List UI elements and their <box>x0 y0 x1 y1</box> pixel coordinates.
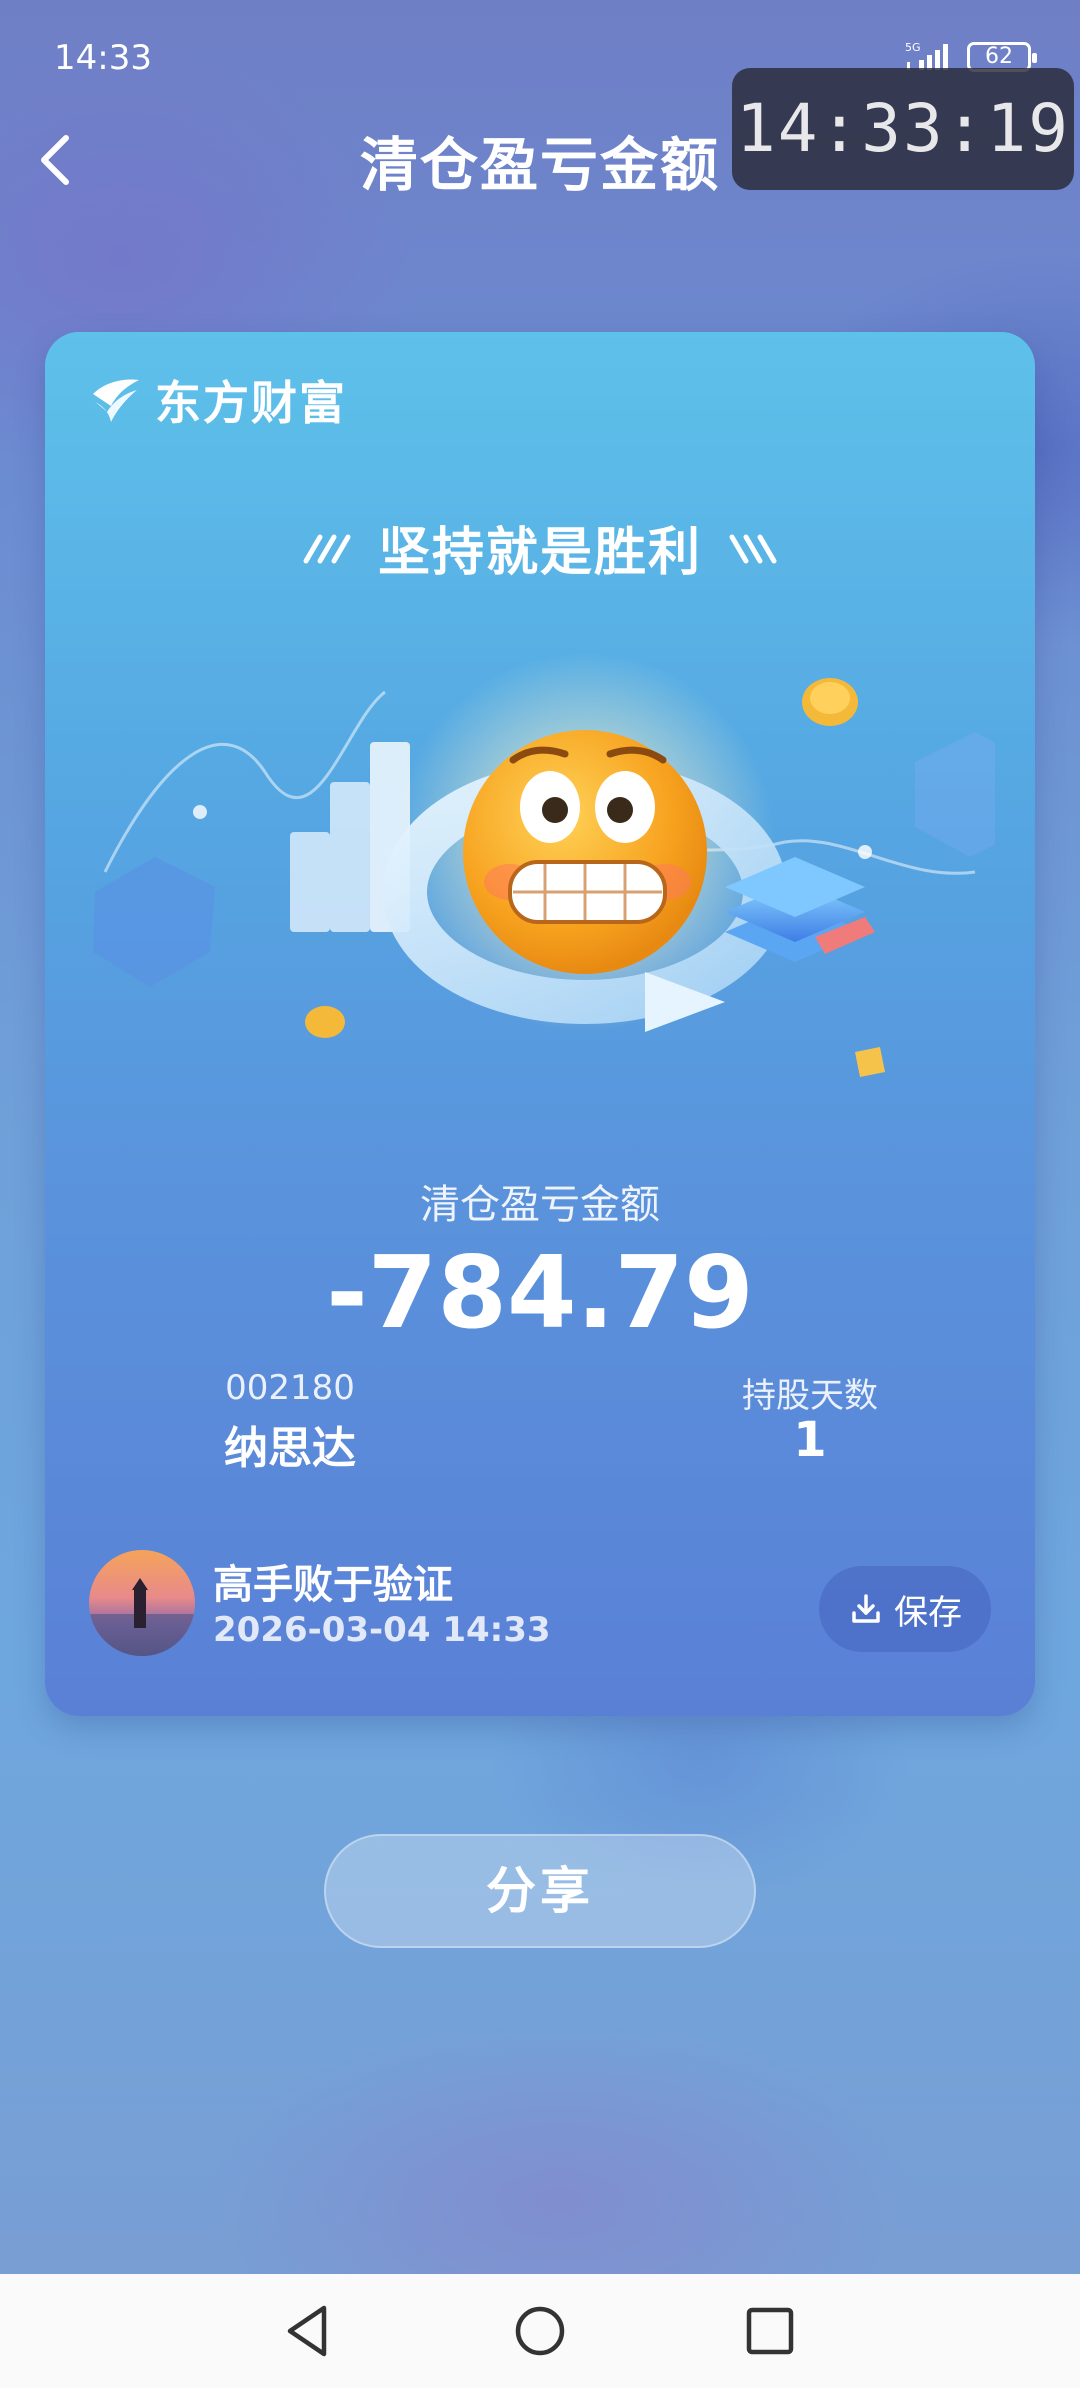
brand-name: 东方财富 <box>155 376 347 430</box>
avatar-sunset-image <box>89 1550 195 1656</box>
stock-name: 纳思达 <box>224 1423 356 1474</box>
slogan-row: 坚持就是胜利 <box>45 510 1035 585</box>
holding-days-value: 1 <box>793 1412 827 1468</box>
network-type: 5G <box>905 41 921 54</box>
slogan: 坚持就是胜利 <box>377 523 702 583</box>
share-timestamp: 2026-03-04 14:33 <box>213 1610 551 1650</box>
save-label: 保存 <box>894 1592 962 1633</box>
holding-days-label: 持股天数 <box>742 1376 878 1416</box>
nav-back-icon[interactable] <box>274 2296 344 2366</box>
brand-logo-icon <box>93 379 139 422</box>
brand: 东方财富 <box>87 370 347 430</box>
download-icon <box>852 1594 880 1623</box>
nav-home-icon[interactable] <box>505 2296 575 2366</box>
amount-label: 清仓盈亏金额 <box>420 1182 660 1228</box>
status-time: 14:33 <box>54 38 152 78</box>
page-title: 清仓盈亏金额 <box>359 131 720 199</box>
share-card: 东方财富 坚持就是胜利 清仓盈亏金额 -784.79 002180 纳思达 持股… <box>45 332 1035 1716</box>
stock-code: 002180 <box>225 1368 355 1408</box>
user-name: 高手败于验证 <box>213 1562 453 1608</box>
navigation-bar <box>0 2274 1080 2388</box>
avatar <box>89 1550 195 1656</box>
save-button[interactable]: 保存 <box>819 1566 991 1652</box>
nervous-emoji-illustration <box>93 652 995 1077</box>
share-button[interactable]: 分享 <box>324 1834 756 1948</box>
profit-loss-amount: -784.79 <box>326 1234 754 1351</box>
slashes-right-icon <box>729 534 777 563</box>
nav-recent-icon[interactable] <box>735 2296 805 2366</box>
slashes-left-icon <box>303 534 351 563</box>
